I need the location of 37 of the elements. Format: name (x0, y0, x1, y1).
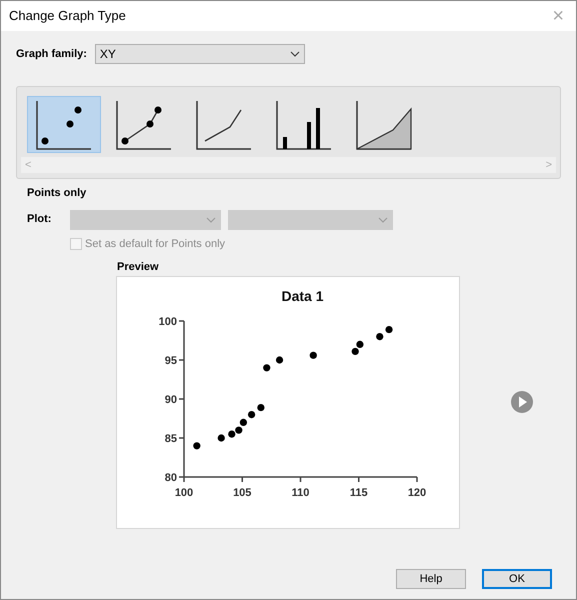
tick-label: 120 (408, 486, 426, 498)
tick-label: 105 (233, 486, 252, 498)
graph-type-name: Points only (27, 186, 88, 201)
tick-label: 100 (174, 486, 194, 498)
tick-label: 90 (164, 394, 177, 406)
data-point (385, 325, 393, 333)
data-point (276, 356, 284, 364)
data-point (376, 332, 384, 340)
tick-label: 80 (164, 472, 177, 484)
data-point (310, 351, 317, 358)
help-button[interactable]: Help (396, 569, 466, 589)
horizontal-scrollbar[interactable]: < > (21, 157, 556, 173)
data-point (263, 364, 270, 371)
data-point (218, 434, 225, 442)
plot-label: Plot: (27, 212, 52, 228)
play-icon[interactable] (510, 390, 534, 414)
graph-family-label: Graph family: (16, 46, 87, 62)
ok-button[interactable]: OK (482, 569, 552, 589)
tick-label: 115 (350, 486, 368, 498)
window-title: Change Graph Type (9, 7, 126, 26)
scroll-left-arrow[interactable]: < (25, 156, 32, 174)
chevron-down-icon (290, 51, 300, 57)
tick-label: 100 (158, 316, 177, 328)
tick-label: 95 (164, 354, 177, 366)
chevron-down-icon (206, 216, 216, 222)
preview-label: Preview (117, 260, 160, 275)
tick-label: 110 (292, 486, 310, 498)
tick-label: 85 (164, 432, 177, 444)
data-point (193, 442, 200, 449)
dropdown[interactable]: XY (94, 44, 305, 64)
chevron-down-icon (378, 216, 388, 222)
checkbox-label: Set as default for Points only (85, 236, 226, 252)
scroll-right-arrow[interactable]: > (546, 156, 552, 174)
graph-type-tile[interactable] (27, 96, 101, 153)
close-button[interactable]: × (552, 6, 564, 26)
chart-title: Data 1 (281, 288, 324, 304)
data-point (257, 403, 264, 411)
